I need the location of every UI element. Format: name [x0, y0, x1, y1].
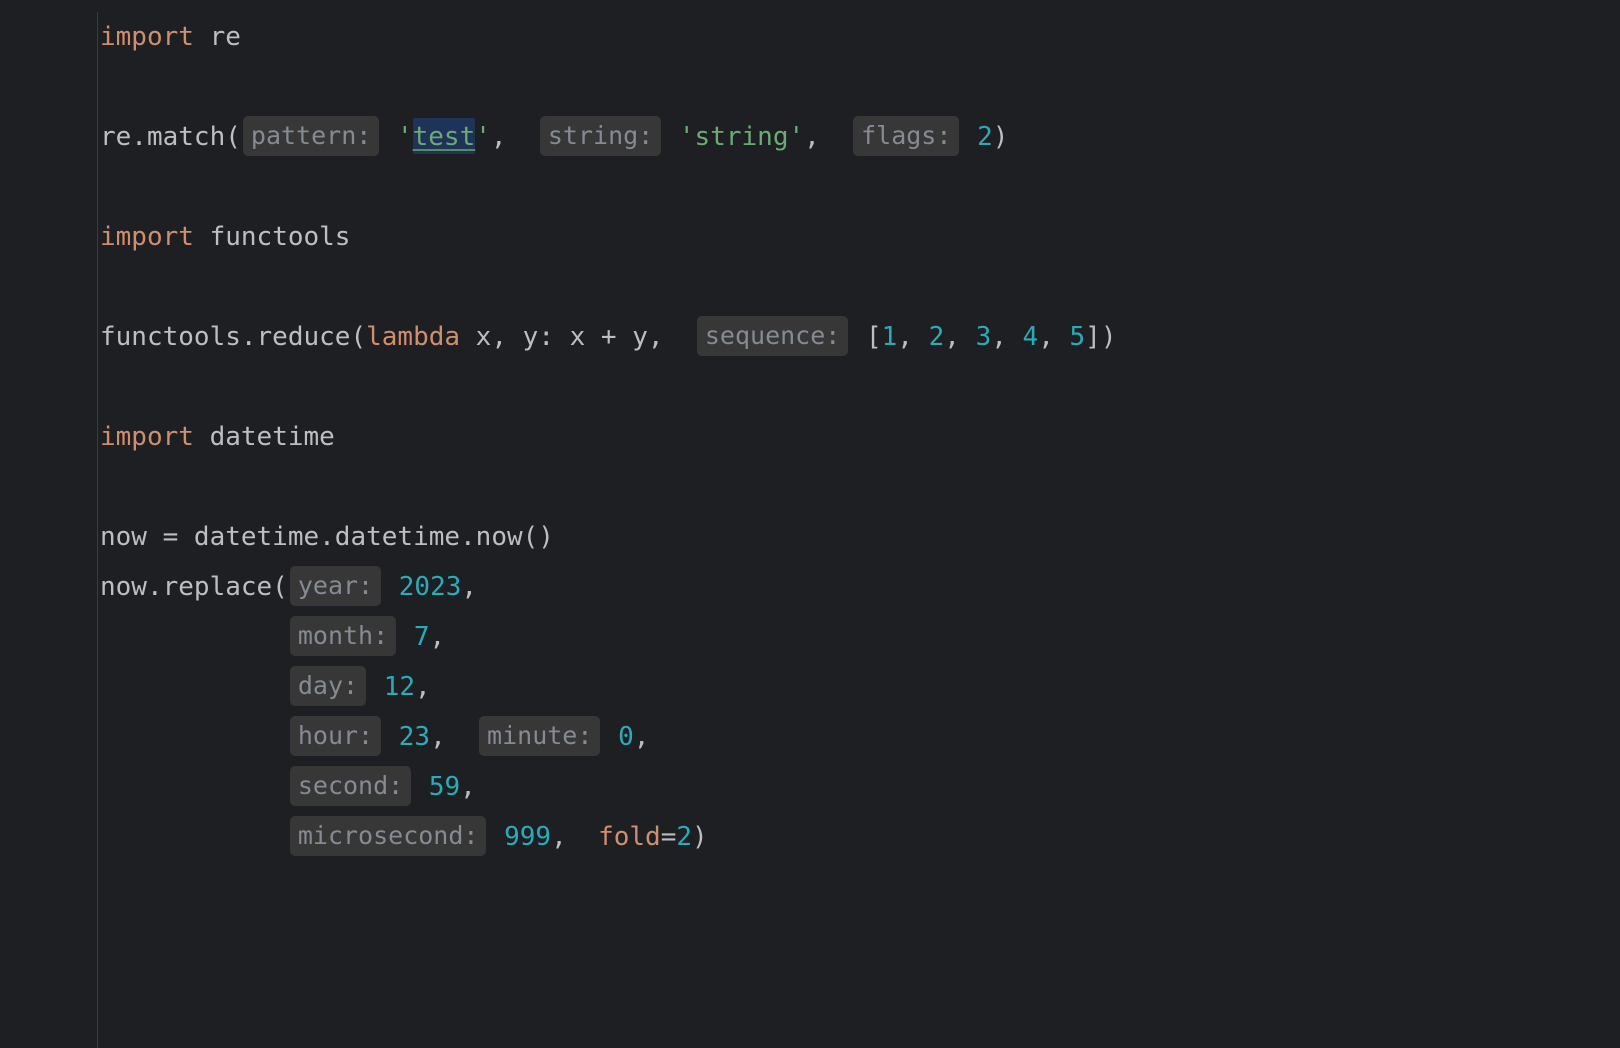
string-quote: ' [788, 122, 804, 152]
module-re: re [210, 22, 241, 52]
keyword-import: import [100, 222, 194, 252]
inlay-hint-month: month: [290, 616, 396, 656]
code-line[interactable]: import datetime [98, 412, 1620, 462]
inlay-hint-microsecond: microsecond: [290, 816, 487, 856]
indent [100, 772, 288, 802]
code-line[interactable]: microsecond: 999, fold=2) [98, 812, 1620, 862]
code-line[interactable]: second: 59, [98, 762, 1620, 812]
paren-close: ) [993, 122, 1009, 152]
call-functools-reduce: functools.reduce( [100, 322, 366, 352]
assignment-now: now = datetime.datetime.now() [100, 522, 554, 552]
blank-line[interactable] [98, 362, 1620, 412]
string-quote: ' [397, 122, 413, 152]
call-now-replace: now.replace( [100, 572, 288, 602]
code-line[interactable]: day: 12, [98, 662, 1620, 712]
number-literal: 2023 [399, 572, 462, 602]
code-line[interactable]: hour: 23, minute: 0, [98, 712, 1620, 762]
comma: , [1038, 322, 1069, 352]
number-literal: 2 [977, 122, 993, 152]
inlay-hint-string: string: [540, 116, 661, 156]
inlay-hint-pattern: pattern: [243, 116, 379, 156]
code-line[interactable]: now.replace(year: 2023, [98, 562, 1620, 612]
comma: , [429, 622, 445, 652]
number-literal: 59 [429, 772, 460, 802]
colon: : [538, 322, 554, 352]
bracket-open: [ [866, 322, 882, 352]
comma: , [461, 572, 477, 602]
inlay-hint-day: day: [290, 666, 366, 706]
number-literal: 12 [384, 672, 415, 702]
equals: = [661, 822, 677, 852]
module-datetime: datetime [210, 422, 335, 452]
code-editor[interactable]: import re re.match(pattern: 'test', stri… [97, 12, 1620, 1048]
comma: , [804, 122, 820, 152]
comma: , [415, 672, 431, 702]
code-line[interactable]: re.match(pattern: 'test', string: 'strin… [98, 112, 1620, 162]
code-line[interactable]: month: 7, [98, 612, 1620, 662]
selected-text[interactable]: test [413, 118, 476, 154]
blank-line[interactable] [98, 462, 1620, 512]
number-literal: 4 [1023, 322, 1039, 352]
comma: , [491, 122, 507, 152]
inlay-hint-minute: minute: [479, 716, 600, 756]
indent [100, 722, 288, 752]
comma: , [991, 322, 1022, 352]
keyword-import: import [100, 22, 194, 52]
lambda-args: x, y [460, 322, 538, 352]
number-literal: 2 [676, 822, 692, 852]
comma: , [460, 772, 476, 802]
paren-close: ) [692, 822, 708, 852]
kwarg-fold: fold [598, 822, 661, 852]
inlay-hint-flags: flags: [853, 116, 959, 156]
lambda-body: x + y, [554, 322, 664, 352]
number-literal: 1 [882, 322, 898, 352]
string-quote: ' [679, 122, 695, 152]
code-line[interactable]: import re [98, 12, 1620, 62]
blank-line[interactable] [98, 262, 1620, 312]
code-line[interactable]: functools.reduce(lambda x, y: x + y, seq… [98, 312, 1620, 362]
number-literal: 23 [399, 722, 430, 752]
comma: , [944, 322, 975, 352]
keyword-import: import [100, 422, 194, 452]
comma: , [634, 722, 650, 752]
comma: , [551, 822, 567, 852]
string-quote: ' [475, 122, 491, 152]
comma: , [430, 722, 446, 752]
number-literal: 999 [504, 822, 551, 852]
comma: , [897, 322, 928, 352]
number-literal: 7 [414, 622, 430, 652]
editor-gutter [0, 0, 96, 1048]
inlay-hint-sequence: sequence: [697, 316, 848, 356]
blank-line[interactable] [98, 62, 1620, 112]
keyword-lambda: lambda [366, 322, 460, 352]
number-literal: 3 [976, 322, 992, 352]
blank-line[interactable] [98, 162, 1620, 212]
inlay-hint-year: year: [290, 566, 381, 606]
module-functools: functools [210, 222, 351, 252]
number-literal: 2 [929, 322, 945, 352]
inlay-hint-second: second: [290, 766, 411, 806]
string-literal: string [695, 122, 789, 152]
call-re-match: re.match( [100, 122, 241, 152]
number-literal: 0 [618, 722, 634, 752]
indent [100, 672, 288, 702]
code-line[interactable]: import functools [98, 212, 1620, 262]
bracket-close: ]) [1085, 322, 1116, 352]
number-literal: 5 [1070, 322, 1086, 352]
indent [100, 822, 288, 852]
code-line[interactable]: now = datetime.datetime.now() [98, 512, 1620, 562]
indent [100, 622, 288, 652]
inlay-hint-hour: hour: [290, 716, 381, 756]
